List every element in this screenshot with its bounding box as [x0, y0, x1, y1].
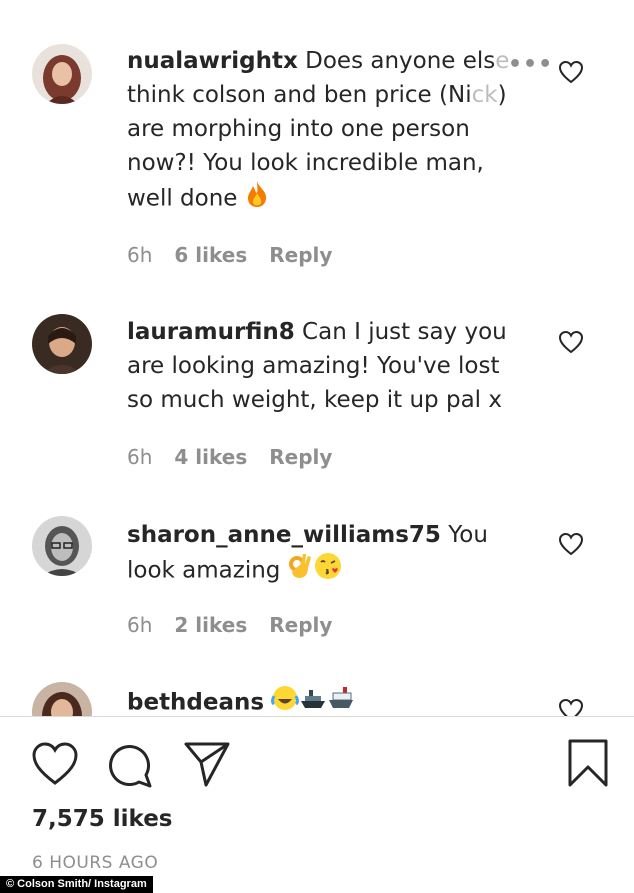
post-actions	[0, 720, 634, 810]
ship-emoji-icon	[299, 684, 327, 716]
like-heart-icon[interactable]	[31, 741, 79, 787]
avatar[interactable]	[32, 516, 92, 576]
divider	[0, 716, 634, 717]
fire-emoji-icon	[245, 180, 269, 218]
comment-username[interactable]: nualawrightx	[127, 48, 298, 74]
comment-time: 6h	[127, 613, 153, 637]
heart-icon[interactable]	[558, 532, 584, 556]
share-send-icon[interactable]	[182, 740, 232, 788]
avatar[interactable]	[32, 682, 92, 716]
comment-text: lauramurfin8 Can I just say you are look…	[127, 319, 507, 413]
reply-button[interactable]: Reply	[269, 243, 332, 267]
more-options-icon[interactable]: •••	[508, 52, 553, 77]
comment-meta: 6h 4 likes Reply	[127, 445, 354, 469]
heart-icon[interactable]	[558, 60, 584, 84]
heart-icon[interactable]	[558, 330, 584, 354]
heart-icon[interactable]	[558, 698, 584, 716]
likes-count[interactable]: 7,575 likes	[32, 806, 173, 832]
comment-likes[interactable]: 6 likes	[174, 243, 247, 267]
ship-emoji-icon	[327, 684, 355, 716]
bookmark-save-icon[interactable]	[567, 738, 609, 788]
post-timestamp: 6 HOURS AGO	[32, 853, 159, 873]
reply-button[interactable]: Reply	[269, 445, 332, 469]
comment-time: 6h	[127, 243, 153, 267]
comments-list: nualawrightx Does anyone else think cols…	[0, 0, 634, 716]
comment-likes[interactable]: 2 likes	[174, 613, 247, 637]
image-credit: © Colson Smith/ Instagram	[0, 876, 153, 893]
comment-username[interactable]: lauramurfin8	[127, 319, 295, 345]
comment-meta: 6h 2 likes Reply	[127, 613, 354, 637]
reply-button[interactable]: Reply	[269, 613, 332, 637]
comment-time: 6h	[127, 445, 153, 469]
ok-hand-emoji-icon	[288, 552, 314, 590]
kissing-face-emoji-icon	[314, 552, 342, 590]
comment-meta: 6h 6 likes Reply	[127, 243, 354, 267]
avatar[interactable]	[32, 314, 92, 374]
comment-text: nualawrightx Does anyone else think cols…	[127, 44, 532, 218]
comment-username[interactable]: sharon_anne_williams75	[127, 522, 441, 548]
crying-laughing-emoji-icon	[271, 684, 300, 716]
comment-likes[interactable]: 4 likes	[174, 445, 247, 469]
comment-text: sharon_anne_williams75 You look amazing	[127, 518, 532, 590]
comment-username[interactable]: bethdeans	[127, 690, 264, 716]
comment-bubble-icon[interactable]	[106, 741, 154, 789]
comment-text: bethdeans	[127, 684, 532, 716]
avatar[interactable]	[32, 44, 92, 104]
